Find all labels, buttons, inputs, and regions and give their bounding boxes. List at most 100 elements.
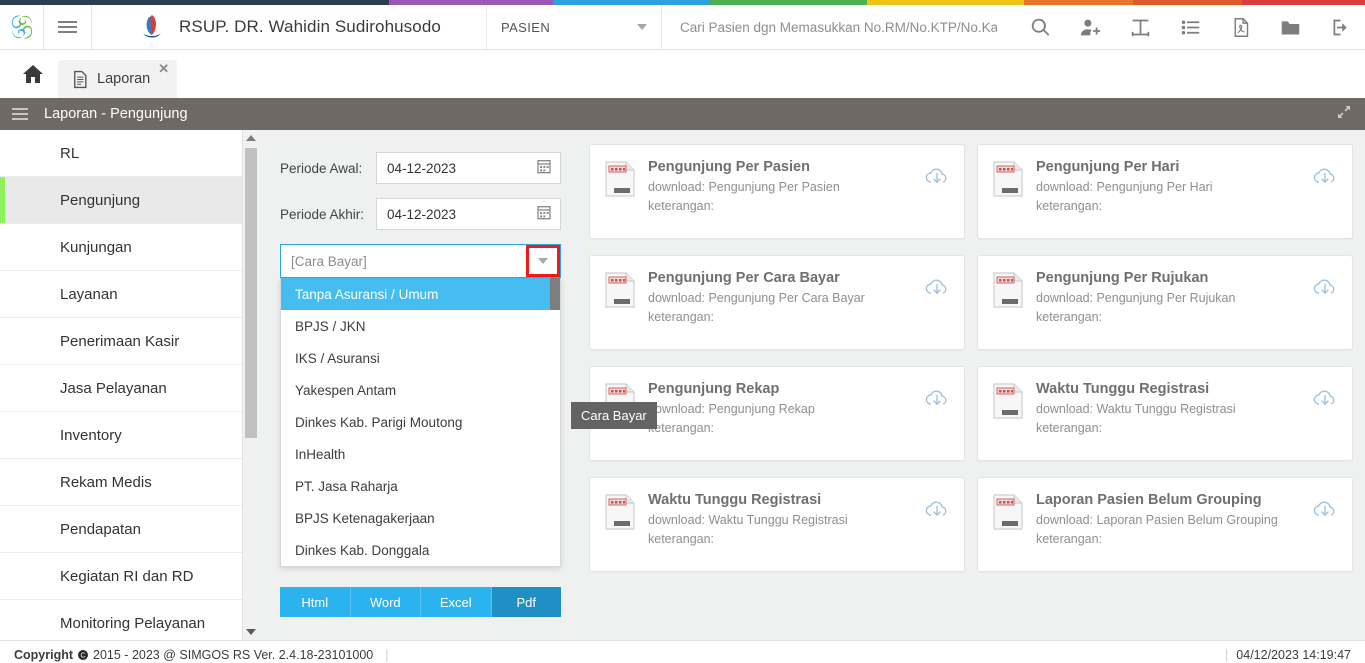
sidebar-scrollbar[interactable] [242, 130, 258, 640]
download-cloud-icon[interactable] [924, 387, 950, 418]
expand-icon[interactable] [1335, 103, 1353, 126]
download-cloud-icon[interactable] [1312, 498, 1338, 529]
report-card-title: Pengunjung Per Rujukan [1036, 270, 1209, 286]
hospital-name: RSUP. DR. Wahidin Sudirohusodo [179, 17, 441, 36]
dropdown-option[interactable]: Dinkes Kab. Donggala [281, 534, 560, 566]
download-cloud-icon[interactable] [1312, 165, 1338, 196]
context-select-pasien[interactable]: PASIEN [487, 5, 662, 49]
report-card[interactable]: Pengunjung Per Cara Bayar download: Pengu… [589, 255, 965, 350]
dropdown-option-label: BPJS Ketenagakerjaan [295, 510, 435, 526]
report-card[interactable]: Laporan Pasien Belum Grouping download: L… [977, 477, 1353, 572]
report-card[interactable]: Waktu Tunggu Registrasi download: Waktu T… [977, 366, 1353, 461]
sidebar-item-label: Rekam Medis [60, 473, 152, 491]
report-card-keterangan: keterangan: [648, 532, 715, 546]
app-root: RSUP. DR. Wahidin Sudirohusodo PASIEN Ca… [0, 0, 1365, 663]
text-tool-icon[interactable] [1115, 5, 1165, 49]
download-cloud-icon[interactable] [924, 165, 950, 196]
dropdown-option[interactable]: Yakespen Antam [281, 374, 560, 406]
cara-bayar-select[interactable]: [Cara Bayar] [280, 244, 561, 278]
menu-toggle-button[interactable] [44, 5, 92, 49]
cara-bayar-dropdown-toggle[interactable] [526, 245, 560, 277]
sidebar-item-pendapatan[interactable]: Pendapatan [0, 506, 258, 553]
toolbar-icons [1015, 5, 1365, 49]
report-card[interactable]: Pengunjung Per Pasien download: Pengunjun… [589, 144, 965, 239]
report-card-download: download: Waktu Tunggu Registrasi [648, 513, 848, 527]
dropdown-option-label: PT. Jasa Raharja [295, 478, 398, 494]
format-button-excel[interactable]: Excel [421, 587, 492, 617]
search-icon[interactable] [1015, 5, 1065, 49]
sidebar-item-jasa-pelayanan[interactable]: Jasa Pelayanan [0, 365, 258, 412]
download-cloud-icon[interactable] [1312, 387, 1338, 418]
dropdown-option[interactable]: PT. Jasa Raharja [281, 470, 560, 502]
report-card-download: download: Pengunjung Per Cara Bayar [648, 291, 865, 305]
sidebar-item-rl[interactable]: RL [0, 130, 258, 177]
periode-akhir-label: Periode Akhir: [280, 206, 365, 222]
scroll-up-icon[interactable] [243, 130, 258, 146]
sidebar: RL Pengunjung Kunjungan Layanan Penerimaan K… [0, 130, 258, 640]
report-card[interactable]: Waktu Tunggu Registrasi download: Waktu T… [589, 477, 965, 572]
report-card-cell: Pengunjung Per Hari download: Pengunjung … [977, 144, 1365, 255]
report-card-title: Pengunjung Per Pasien [648, 159, 810, 175]
format-button-group: Html Word Excel Pdf [280, 587, 561, 617]
report-file-icon [604, 272, 636, 313]
report-card-text: Laporan Pasien Belum Grouping download: L… [1036, 492, 1300, 546]
dropdown-option-label: Dinkes Kab. Parigi Moutong [295, 414, 463, 430]
format-button-word[interactable]: Word [350, 587, 421, 617]
sidebar-item-monitoring-pelayanan[interactable]: Monitoring Pelayanan [0, 600, 258, 640]
sidebar-item-kunjungan[interactable]: Kunjungan [0, 224, 258, 271]
sidebar-item-layanan[interactable]: Layanan [0, 271, 258, 318]
report-card-cell: Waktu Tunggu Registrasi download: Waktu T… [977, 366, 1365, 477]
report-card[interactable]: Pengunjung Per Hari download: Pengunjung … [977, 144, 1353, 239]
periode-akhir-field[interactable]: 04-12-2023 [376, 198, 561, 230]
report-card[interactable]: Pengunjung Per Rujukan download: Pengunju… [977, 255, 1353, 350]
download-cloud-icon[interactable] [924, 276, 950, 307]
list-icon[interactable] [1165, 5, 1215, 49]
tab-laporan[interactable]: Laporan ✕ [58, 60, 178, 98]
report-card-cell: Laporan Pasien Belum Grouping download: L… [977, 477, 1365, 588]
pdf-icon[interactable] [1215, 5, 1265, 49]
sidebar-item-label: Pengunjung [60, 191, 141, 209]
dropdown-option[interactable]: Dinkes Kab. Parigi Moutong [281, 406, 560, 438]
logout-icon[interactable] [1315, 5, 1365, 49]
dropdown-scrollbar[interactable] [550, 278, 560, 310]
report-file-icon [992, 383, 1024, 424]
folder-icon[interactable] [1265, 5, 1315, 49]
dropdown-option[interactable]: Tanpa Asuransi / Umum [281, 278, 560, 310]
search-input[interactable] [680, 19, 997, 35]
sidebar-item-inventory[interactable]: Inventory [0, 412, 258, 459]
dropdown-option-label: IKS / Asuransi [295, 350, 380, 366]
page-title: Laporan - Pengunjung [44, 106, 188, 122]
report-card-keterangan: keterangan: [648, 310, 715, 324]
periode-akhir-row: Periode Akhir: 04-12-2023 [280, 198, 561, 230]
page-menu-icon[interactable] [12, 105, 28, 123]
scroll-down-icon[interactable] [243, 624, 259, 640]
calendar-icon[interactable] [536, 204, 552, 225]
close-icon[interactable]: ✕ [158, 62, 169, 75]
report-file-icon [992, 161, 1024, 202]
home-icon [23, 65, 43, 83]
sidebar-item-penerimaan-kasir[interactable]: Penerimaan Kasir [0, 318, 258, 365]
dropdown-option[interactable]: BPJS Ketenagakerjaan [281, 502, 560, 534]
footer-datetime-wrap: | 04/12/2023 14:19:47 [1217, 648, 1351, 662]
add-user-icon[interactable] [1065, 5, 1115, 49]
sidebar-item-rekam-medis[interactable]: Rekam Medis [0, 459, 258, 506]
dropdown-option[interactable]: IKS / Asuransi [281, 342, 560, 374]
calendar-icon[interactable] [536, 158, 552, 179]
scrollbar-thumb[interactable] [245, 148, 257, 438]
format-button-pdf[interactable]: Pdf [491, 587, 561, 617]
sidebar-item-kegiatan-ri-dan-rd[interactable]: Kegiatan RI dan RD [0, 553, 258, 600]
download-cloud-icon[interactable] [924, 498, 950, 529]
download-cloud-icon[interactable] [1312, 276, 1338, 307]
tab-home[interactable] [8, 50, 58, 98]
sidebar-item-pengunjung[interactable]: Pengunjung [0, 177, 258, 224]
periode-awal-field[interactable]: 04-12-2023 [376, 152, 561, 184]
report-card-keterangan: keterangan: [1036, 421, 1103, 435]
dropdown-option[interactable]: InHealth [281, 438, 560, 470]
report-file-icon [992, 272, 1024, 313]
format-button-html[interactable]: Html [280, 587, 351, 617]
report-card-download: download: Pengunjung Per Pasien [648, 180, 840, 194]
sidebar-item-label: Monitoring Pelayanan [60, 614, 206, 632]
dropdown-option[interactable]: BPJS / JKN [281, 310, 560, 342]
sidebar-item-label: Kunjungan [60, 238, 132, 256]
copyright-icon: C [78, 649, 89, 660]
